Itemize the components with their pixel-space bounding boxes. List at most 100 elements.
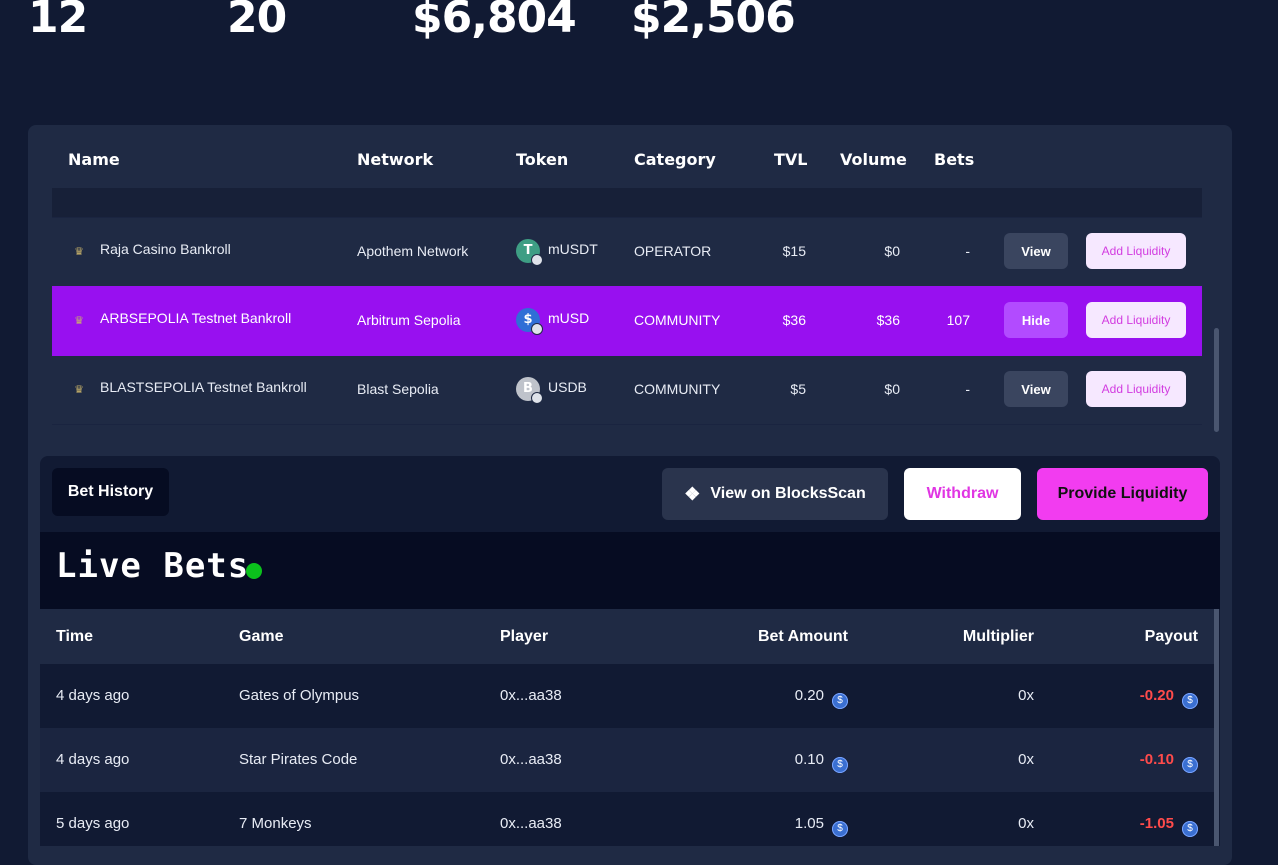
column-header-name: Name bbox=[68, 150, 120, 169]
bankroll-tvl: $36 bbox=[782, 312, 806, 328]
bankroll-network: Apothem Network bbox=[357, 243, 469, 259]
bankroll-network: Arbitrum Sepolia bbox=[357, 312, 461, 328]
table-row[interactable]: ♛ BLASTSEPOLIA Testnet Bankroll Blast Se… bbox=[52, 355, 1202, 425]
bet-multiplier: 0x bbox=[1018, 751, 1034, 768]
bankroll-category: OPERATOR bbox=[634, 243, 712, 259]
blocksscan-label: View on BlocksScan bbox=[710, 484, 866, 502]
column-header-game: Game bbox=[239, 628, 284, 645]
bet-amount: 0.10 $ bbox=[700, 728, 848, 792]
column-header-time: Time bbox=[56, 628, 94, 645]
bankroll-name: BLASTSEPOLIA Testnet Bankroll bbox=[100, 379, 307, 395]
bet-game: 7 Monkeys bbox=[239, 815, 312, 832]
column-header-bet-amount: Bet Amount bbox=[757, 628, 848, 645]
add-liquidity-button[interactable]: Add Liquidity bbox=[1086, 302, 1186, 338]
bet-multiplier: 0x bbox=[1018, 815, 1034, 832]
usdc-coin-icon: $ bbox=[832, 821, 848, 837]
column-header-tvl: TVL bbox=[774, 150, 808, 169]
live-bets-title: Live Bets bbox=[56, 546, 250, 586]
column-header-payout: Payout bbox=[1144, 628, 1198, 645]
table-row-partial bbox=[52, 188, 1202, 218]
bankroll-bets: 107 bbox=[946, 312, 970, 328]
usdb-icon: B bbox=[516, 377, 543, 404]
hide-button[interactable]: Hide bbox=[1004, 302, 1068, 338]
bet-player: 0x...aa38 bbox=[500, 815, 562, 832]
bankroll-token: USDB bbox=[548, 379, 587, 395]
blocksscan-logo-icon: ❖ bbox=[684, 483, 701, 504]
bet-time: 4 days ago bbox=[56, 751, 130, 768]
column-header-token: Token bbox=[516, 150, 569, 169]
live-bets-banner: Live Bets bbox=[40, 532, 1220, 609]
view-button[interactable]: View bbox=[1004, 371, 1068, 407]
bet-time: 4 days ago bbox=[56, 687, 130, 704]
column-header-bets: Bets bbox=[934, 150, 975, 169]
bet-payout: -0.10 $ bbox=[1080, 728, 1198, 792]
column-header-volume: Volume bbox=[840, 150, 907, 169]
bankroll-category: COMMUNITY bbox=[634, 381, 721, 397]
table-row-selected[interactable]: ♛ ARBSEPOLIA Testnet Bankroll Arbitrum S… bbox=[52, 286, 1202, 356]
usdc-coin-icon: $ bbox=[1182, 821, 1198, 837]
usdc-coin-icon: $ bbox=[1182, 693, 1198, 709]
view-on-blocksscan-button[interactable]: ❖ View on BlocksScan bbox=[662, 468, 888, 520]
stat-value: $6,804 bbox=[412, 0, 577, 43]
bankroll-scrollbar[interactable] bbox=[1214, 328, 1219, 432]
tether-icon: T bbox=[516, 239, 543, 266]
tab-bet-history[interactable]: Bet History bbox=[52, 468, 169, 516]
bankroll-token: mUSDT bbox=[548, 241, 598, 257]
usd-coin-icon: $ bbox=[516, 308, 543, 335]
payout-value: -0.10 bbox=[1139, 751, 1174, 768]
bet-player: 0x...aa38 bbox=[500, 687, 562, 704]
column-header-player: Player bbox=[500, 628, 549, 645]
bankroll-logo-icon: ♛ bbox=[74, 245, 84, 258]
column-header-network: Network bbox=[357, 150, 434, 169]
bankroll-table-header: Name Network Token Category TVL Volume B… bbox=[52, 126, 1202, 188]
table-row[interactable]: 5 days ago 7 Monkeys 0x...aa38 1.05 $ 0x … bbox=[40, 792, 1214, 846]
usdc-coin-icon: $ bbox=[832, 693, 848, 709]
bankroll-bets: - bbox=[965, 381, 970, 397]
bet-amount: 1.05 $ bbox=[700, 792, 848, 846]
bet-game: Gates of Olympus bbox=[239, 687, 360, 704]
bet-amount-value: 1.05 bbox=[794, 815, 824, 832]
bet-player: 0x...aa38 bbox=[500, 751, 562, 768]
bankroll-name: ARBSEPOLIA Testnet Bankroll bbox=[100, 310, 292, 326]
bankroll-logo-icon: ♛ bbox=[74, 314, 84, 327]
live-bets-header: Time Game Player Bet Amount Multiplier P… bbox=[40, 609, 1214, 664]
column-header-multiplier: Multiplier bbox=[962, 628, 1034, 645]
bet-amount-value: 0.20 bbox=[794, 687, 824, 704]
bet-amount-value: 0.10 bbox=[794, 751, 824, 768]
bankroll-network: Blast Sepolia bbox=[357, 381, 439, 397]
stat-value: 12 bbox=[28, 0, 88, 43]
bet-payout: -0.20 $ bbox=[1080, 664, 1198, 728]
bankroll-bets: - bbox=[965, 243, 970, 259]
bankroll-name: Raja Casino Bankroll bbox=[100, 241, 231, 257]
live-indicator-icon bbox=[246, 563, 262, 579]
bankroll-volume: $36 bbox=[876, 312, 900, 328]
column-header-category: Category bbox=[634, 150, 716, 169]
bankroll-category: COMMUNITY bbox=[634, 312, 721, 328]
bankroll-token: mUSD bbox=[548, 310, 590, 326]
withdraw-button[interactable]: Withdraw bbox=[904, 468, 1021, 520]
bet-multiplier: 0x bbox=[1018, 687, 1034, 704]
usdc-coin-icon: $ bbox=[1182, 757, 1198, 773]
bankroll-logo-icon: ♛ bbox=[74, 383, 84, 396]
bet-game: Star Pirates Code bbox=[239, 751, 358, 768]
bet-payout: -1.05 $ bbox=[1080, 792, 1198, 846]
bankroll-tvl: $15 bbox=[782, 243, 806, 259]
bankroll-tvl: $5 bbox=[790, 381, 806, 397]
bankroll-table-body[interactable]: ♛ Raja Casino Bankroll Apothem Network T… bbox=[52, 188, 1202, 428]
bet-amount: 0.20 $ bbox=[700, 664, 848, 728]
view-button[interactable]: View bbox=[1004, 233, 1068, 269]
table-row[interactable]: 4 days ago Gates of Olympus 0x...aa38 0.… bbox=[40, 664, 1214, 728]
stat-value: $2,506 bbox=[631, 0, 796, 43]
stat-value: 20 bbox=[227, 0, 287, 43]
live-bets-scrollbar[interactable] bbox=[1214, 609, 1219, 846]
bankroll-volume: $0 bbox=[884, 243, 900, 259]
add-liquidity-button[interactable]: Add Liquidity bbox=[1086, 371, 1186, 407]
add-liquidity-button[interactable]: Add Liquidity bbox=[1086, 233, 1186, 269]
table-row[interactable]: ♛ Raja Casino Bankroll Apothem Network T… bbox=[52, 217, 1202, 287]
bet-history-section: Bet History ❖ View on BlocksScan Withdraw… bbox=[40, 456, 1220, 846]
usdc-coin-icon: $ bbox=[832, 757, 848, 773]
table-row[interactable]: 4 days ago Star Pirates Code 0x...aa38 0… bbox=[40, 728, 1214, 792]
provide-liquidity-button[interactable]: Provide Liquidity bbox=[1037, 468, 1208, 520]
bet-time: 5 days ago bbox=[56, 815, 130, 832]
payout-value: -1.05 bbox=[1139, 815, 1174, 832]
